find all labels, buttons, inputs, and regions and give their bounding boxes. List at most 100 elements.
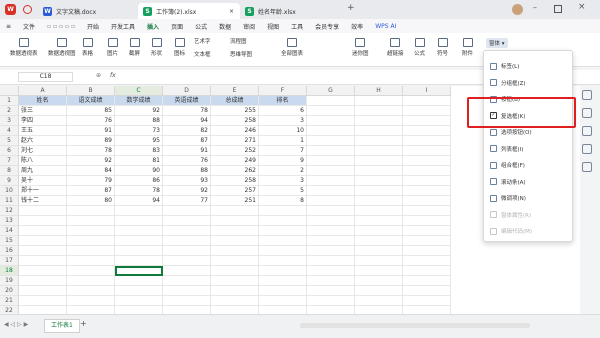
cell[interactable] bbox=[403, 126, 451, 136]
cell[interactable] bbox=[355, 166, 403, 176]
score-cell[interactable]: 79 bbox=[67, 176, 115, 186]
horizontal-scrollbar[interactable] bbox=[300, 323, 530, 328]
score-cell[interactable]: 258 bbox=[211, 116, 259, 126]
row-header-18[interactable]: 18 bbox=[0, 266, 19, 276]
row-header-7[interactable]: 7 bbox=[0, 156, 19, 166]
cell[interactable] bbox=[115, 246, 163, 256]
cell[interactable] bbox=[307, 296, 355, 306]
menu-member[interactable]: 会员专享 bbox=[309, 22, 345, 31]
cell[interactable] bbox=[355, 96, 403, 106]
selected-cell[interactable] bbox=[115, 266, 163, 276]
cell[interactable] bbox=[307, 146, 355, 156]
cell[interactable] bbox=[355, 196, 403, 206]
cell[interactable] bbox=[211, 256, 259, 266]
formula-input[interactable] bbox=[125, 72, 455, 82]
menu-hamburger-icon[interactable]: ≡ bbox=[0, 23, 17, 30]
column-header-b[interactable]: B bbox=[67, 86, 115, 96]
cell[interactable] bbox=[355, 176, 403, 186]
cell[interactable] bbox=[307, 96, 355, 106]
score-cell[interactable]: 88 bbox=[163, 166, 211, 176]
cell[interactable] bbox=[67, 256, 115, 266]
row-header-9[interactable]: 9 bbox=[0, 176, 19, 186]
screenshot-button[interactable]: 截屏 bbox=[129, 38, 140, 57]
score-cell[interactable]: 262 bbox=[211, 166, 259, 176]
cell[interactable] bbox=[307, 266, 355, 276]
header-cell[interactable]: 排名 bbox=[259, 96, 307, 106]
row-header-11[interactable]: 11 bbox=[0, 196, 19, 206]
cell[interactable] bbox=[211, 206, 259, 216]
score-cell[interactable]: 86 bbox=[115, 176, 163, 186]
name-cell[interactable]: 张三 bbox=[19, 106, 67, 116]
row-header-2[interactable]: 2 bbox=[0, 106, 19, 116]
row-header-10[interactable]: 10 bbox=[0, 186, 19, 196]
formula-button[interactable]: 公式 bbox=[414, 38, 425, 57]
score-cell[interactable]: 258 bbox=[211, 176, 259, 186]
cell[interactable] bbox=[163, 216, 211, 226]
art-text-button[interactable]: 艺术字 bbox=[194, 37, 211, 45]
mindmap-button[interactable]: 思维导图 bbox=[230, 50, 252, 58]
dropdown-item-7[interactable]: 滚动条(A) bbox=[490, 175, 526, 189]
dropdown-item-0[interactable]: 标签(L) bbox=[490, 59, 519, 73]
picture-button[interactable]: 图片 bbox=[107, 38, 118, 57]
score-cell[interactable]: 9 bbox=[259, 156, 307, 166]
cell[interactable] bbox=[307, 196, 355, 206]
score-cell[interactable]: 94 bbox=[163, 116, 211, 126]
row-header-3[interactable]: 3 bbox=[0, 116, 19, 126]
cell[interactable] bbox=[307, 246, 355, 256]
score-cell[interactable]: 85 bbox=[67, 106, 115, 116]
cell[interactable] bbox=[355, 156, 403, 166]
cell[interactable] bbox=[403, 116, 451, 126]
all-charts-button[interactable]: 全部图表 bbox=[281, 38, 303, 57]
name-box[interactable]: C18 bbox=[18, 72, 73, 82]
cell[interactable] bbox=[211, 226, 259, 236]
cell[interactable] bbox=[19, 256, 67, 266]
cell[interactable] bbox=[163, 226, 211, 236]
menu-review[interactable]: 审阅 bbox=[237, 22, 261, 31]
dropdown-item-8[interactable]: 微调项(N) bbox=[490, 191, 526, 205]
name-cell[interactable]: 周九 bbox=[19, 166, 67, 176]
shape-button[interactable]: 形状 bbox=[151, 38, 162, 57]
row-header-17[interactable]: 17 bbox=[0, 256, 19, 266]
score-cell[interactable]: 88 bbox=[115, 116, 163, 126]
cell[interactable] bbox=[307, 186, 355, 196]
cell[interactable] bbox=[307, 286, 355, 296]
score-cell[interactable]: 87 bbox=[163, 136, 211, 146]
cell[interactable] bbox=[307, 136, 355, 146]
fx-icon[interactable]: fx bbox=[110, 72, 116, 79]
name-cell[interactable]: 王五 bbox=[19, 126, 67, 136]
cell[interactable] bbox=[307, 106, 355, 116]
cell[interactable] bbox=[163, 246, 211, 256]
score-cell[interactable]: 82 bbox=[163, 126, 211, 136]
score-cell[interactable]: 92 bbox=[115, 106, 163, 116]
cell[interactable] bbox=[307, 256, 355, 266]
score-cell[interactable]: 93 bbox=[163, 176, 211, 186]
cell[interactable] bbox=[403, 186, 451, 196]
column-header-g[interactable]: G bbox=[307, 86, 355, 96]
cell[interactable] bbox=[19, 266, 67, 276]
new-tab-icon[interactable]: + bbox=[347, 3, 355, 13]
column-header-i[interactable]: I bbox=[403, 86, 451, 96]
score-cell[interactable]: 1 bbox=[259, 136, 307, 146]
row-header-6[interactable]: 6 bbox=[0, 146, 19, 156]
cell[interactable] bbox=[259, 236, 307, 246]
column-header-d[interactable]: D bbox=[163, 86, 211, 96]
header-cell[interactable]: 姓名 bbox=[19, 96, 67, 106]
cell[interactable] bbox=[307, 206, 355, 216]
cell[interactable] bbox=[403, 106, 451, 116]
sparkline-button[interactable]: 迷你图 bbox=[352, 38, 369, 57]
cell[interactable] bbox=[67, 246, 115, 256]
score-cell[interactable]: 78 bbox=[67, 146, 115, 156]
cell[interactable] bbox=[403, 176, 451, 186]
side-panel-icon-1[interactable] bbox=[582, 90, 592, 100]
cell[interactable] bbox=[19, 286, 67, 296]
cell[interactable] bbox=[163, 296, 211, 306]
cell[interactable] bbox=[259, 256, 307, 266]
row-header-13[interactable]: 13 bbox=[0, 216, 19, 226]
cell[interactable] bbox=[163, 286, 211, 296]
menu-tools-row-icon[interactable]: ▫ ▫ ▫ ▫ ▫ bbox=[41, 23, 81, 30]
cell[interactable] bbox=[403, 246, 451, 256]
side-panel-icon-4[interactable] bbox=[582, 144, 592, 154]
score-cell[interactable]: 73 bbox=[115, 126, 163, 136]
score-cell[interactable]: 2 bbox=[259, 166, 307, 176]
cell[interactable] bbox=[307, 156, 355, 166]
